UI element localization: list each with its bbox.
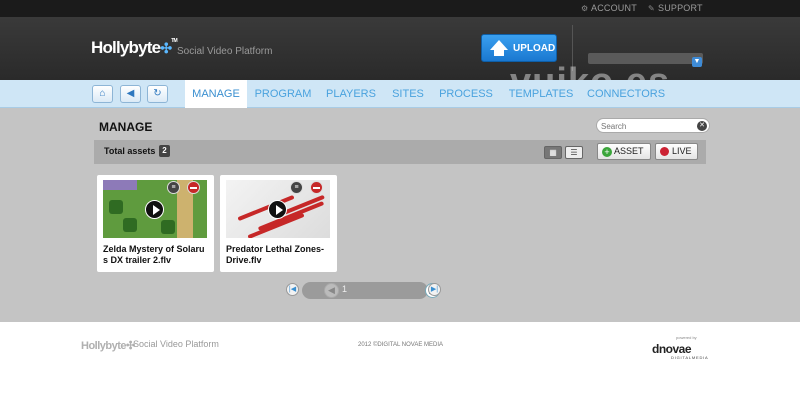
dnovae-sub: DIGITALMEDIA bbox=[671, 355, 709, 360]
upload-button[interactable]: UPLOAD bbox=[481, 34, 557, 62]
main-content: MANAGE ✕ Total assets 2 ▦ ☰ +ASSET LIVE … bbox=[0, 108, 800, 322]
add-asset-label: ASSET bbox=[614, 146, 644, 156]
search-box: ✕ bbox=[596, 118, 710, 133]
delete-icon[interactable] bbox=[310, 181, 323, 194]
clear-search-icon[interactable]: ✕ bbox=[697, 121, 707, 131]
prev-page-icon[interactable]: ◀ bbox=[324, 283, 339, 298]
add-asset-button[interactable]: + ASSET bbox=[597, 143, 651, 160]
pager-bar: ◀ 1 ▶ bbox=[302, 282, 440, 299]
first-page-icon[interactable]: |◀ bbox=[286, 283, 299, 296]
footer-logo: Hollybyte✣ bbox=[81, 340, 135, 352]
list-icon: ☰ bbox=[570, 148, 578, 157]
powered-by: powered by bbox=[676, 335, 697, 340]
upload-label: UPLOAD bbox=[513, 43, 556, 54]
total-assets-label: Total assets bbox=[104, 146, 156, 156]
tab-process[interactable]: PROCESS bbox=[437, 80, 495, 108]
page-number: 1 bbox=[342, 284, 348, 294]
play-icon[interactable] bbox=[145, 200, 164, 219]
footer-tagline: Social Video Platform bbox=[133, 339, 219, 349]
live-icon bbox=[660, 147, 669, 157]
top-bar: ⚙ ACCOUNT ✎ SUPPORT bbox=[0, 0, 800, 17]
logo[interactable]: Hollybyte✣TM bbox=[91, 38, 178, 58]
list-view-button[interactable]: ☰ bbox=[565, 146, 583, 159]
back-arrow-icon: ◀ bbox=[126, 88, 135, 99]
tab-connectors[interactable]: CONNECTORS bbox=[587, 80, 665, 108]
last-page-icon[interactable]: ▶| bbox=[428, 283, 441, 296]
grid-view-button[interactable]: ▦ bbox=[544, 146, 562, 159]
logo-text: Hollybyte bbox=[91, 38, 161, 57]
asset-card[interactable]: ≡ Predator Lethal Zones-Drive.flv bbox=[220, 175, 337, 272]
support-label: SUPPORT bbox=[658, 3, 703, 13]
tab-players[interactable]: PLAYERS bbox=[323, 80, 379, 108]
gear-icon: ⚙ bbox=[581, 4, 589, 13]
copyright: 2012 ©DIGITAL NOVAE MEDIA bbox=[358, 342, 444, 348]
refresh-button[interactable]: ↻ bbox=[147, 85, 168, 103]
account-link[interactable]: ⚙ ACCOUNT bbox=[581, 3, 637, 13]
delete-icon[interactable] bbox=[187, 181, 200, 194]
wrench-icon: ✎ bbox=[648, 4, 655, 13]
tab-sites[interactable]: SITES bbox=[390, 80, 426, 108]
asset-title[interactable]: Predator Lethal Zones-Drive.flv bbox=[226, 244, 332, 266]
plus-icon: + bbox=[602, 146, 612, 157]
grid-icon: ▦ bbox=[549, 148, 557, 157]
back-button[interactable]: ◀ bbox=[120, 85, 141, 103]
add-live-label: LIVE bbox=[672, 146, 692, 156]
total-assets-count: 2 bbox=[159, 145, 170, 157]
tagline: Social Video Platform bbox=[177, 46, 273, 57]
home-button[interactable]: ⌂ bbox=[92, 85, 113, 103]
tab-manage[interactable]: MANAGE bbox=[185, 80, 247, 108]
tab-program[interactable]: PROGRAM bbox=[252, 80, 314, 108]
logo-mark-icon: ✣ bbox=[160, 40, 172, 56]
header: Hollybyte✣TM Social Video Platform UPLOA… bbox=[0, 17, 800, 103]
asset-title[interactable]: Zelda Mystery of Solaru s DX trailer 2.f… bbox=[103, 244, 209, 266]
card-menu-icon[interactable]: ≡ bbox=[290, 181, 303, 194]
add-live-button[interactable]: LIVE bbox=[655, 143, 698, 160]
play-icon[interactable] bbox=[268, 200, 287, 219]
tab-templates[interactable]: TEMPLATES bbox=[507, 80, 575, 108]
dnovae-logo[interactable]: dnovae bbox=[652, 342, 692, 356]
home-icon: ⌂ bbox=[99, 88, 106, 99]
search-input[interactable] bbox=[601, 120, 697, 132]
asset-card[interactable]: ≡ Zelda Mystery of Solaru s DX trailer 2… bbox=[97, 175, 214, 272]
refresh-icon: ↻ bbox=[153, 88, 162, 99]
page-title: MANAGE bbox=[99, 120, 153, 134]
support-link[interactable]: ✎ SUPPORT bbox=[648, 3, 703, 13]
main-nav: ⌂ ◀ ↻ MANAGE PROGRAM PLAYERS SITES PROCE… bbox=[0, 80, 800, 108]
card-menu-icon[interactable]: ≡ bbox=[167, 181, 180, 194]
footer: Hollybyte✣ Social Video Platform 2012 ©D… bbox=[0, 322, 800, 400]
account-label: ACCOUNT bbox=[591, 3, 637, 13]
chevron-down-icon[interactable]: ▼ bbox=[692, 57, 702, 67]
assets-toolbar: Total assets 2 ▦ ☰ + ASSET LIVE bbox=[94, 140, 706, 164]
